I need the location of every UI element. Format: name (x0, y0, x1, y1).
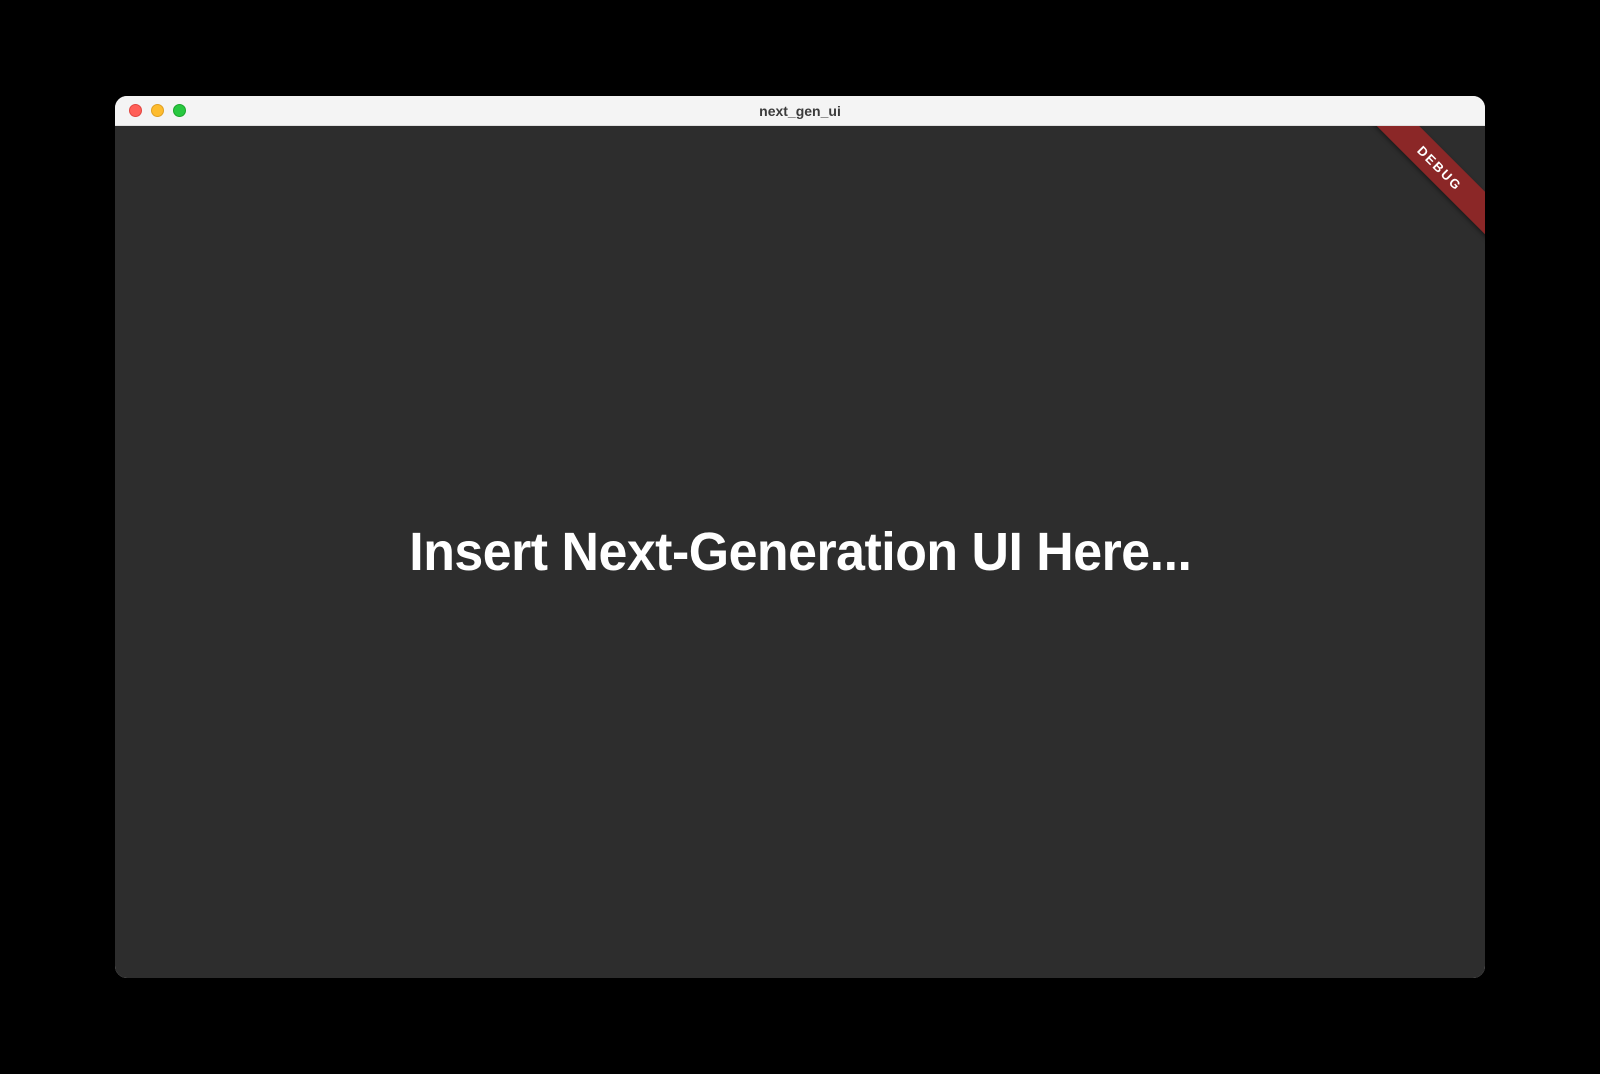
placeholder-headline: Insert Next-Generation UI Here... (409, 521, 1191, 583)
minimize-icon[interactable] (151, 104, 164, 117)
content-area: Insert Next-Generation UI Here... DEBUG (115, 126, 1485, 978)
window-controls (115, 104, 186, 117)
titlebar: next_gen_ui (115, 96, 1485, 126)
maximize-icon[interactable] (173, 104, 186, 117)
debug-ribbon-label: DEBUG (1359, 126, 1485, 249)
app-window: next_gen_ui Insert Next-Generation UI He… (115, 96, 1485, 978)
window-title: next_gen_ui (115, 103, 1485, 119)
debug-ribbon: DEBUG (1345, 126, 1485, 266)
close-icon[interactable] (129, 104, 142, 117)
